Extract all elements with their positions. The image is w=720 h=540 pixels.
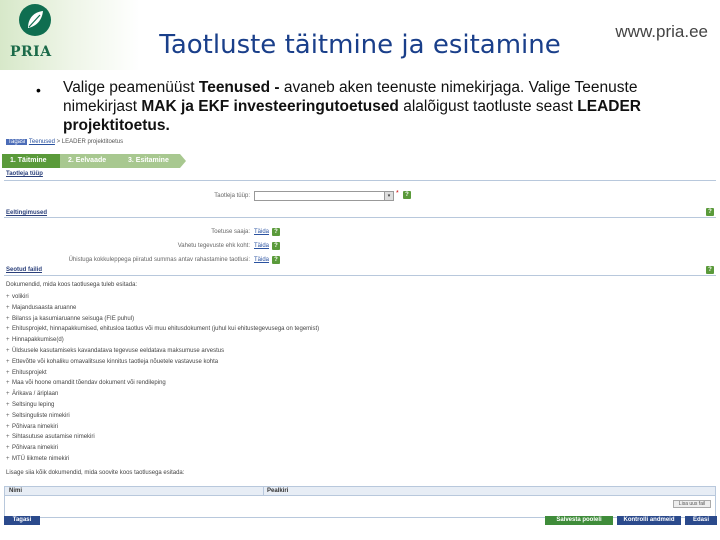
column-header-title: Pealkiri — [267, 488, 289, 494]
back-button[interactable]: Tagasi — [4, 516, 40, 525]
document-label: MTÜ liikmete nimekiri — [12, 455, 70, 462]
applicant-type-label: Taotleja tüüp: — [214, 193, 250, 199]
document-item[interactable]: + Üldsusele kasutamiseks kavandatava tege… — [6, 346, 706, 357]
prereq-fill-link[interactable]: Täida — [254, 257, 269, 263]
table-header: Nimi Pealkiri — [5, 487, 715, 496]
document-label: Hinnapakkumise(d) — [12, 337, 64, 344]
document-item[interactable]: + Seltsinguliste nimekiri — [6, 411, 706, 422]
check-data-button[interactable]: Kontrolli andmeid — [617, 516, 681, 525]
step-preview[interactable]: 2. Eelvaade — [60, 154, 126, 168]
bullet-mark: • — [36, 82, 41, 98]
document-item[interactable]: + volikiri — [6, 292, 706, 303]
help-icon[interactable]: ? — [403, 191, 411, 199]
document-item[interactable]: + MTÜ liikmete nimekiri — [6, 454, 706, 465]
section-applicant-type: Taotleja tüüp — [6, 171, 43, 177]
help-icon[interactable]: ? — [706, 208, 714, 216]
step-fill[interactable]: 1. Täitmine — [2, 154, 66, 168]
prereq-fill-link[interactable]: Täida — [254, 243, 269, 249]
breadcrumb-separator: > — [54, 139, 62, 145]
document-label: Sihtasutuse asutamise nimekiri — [12, 434, 95, 441]
document-item[interactable]: + Maa või hoone omandit tõendav dokument … — [6, 378, 706, 389]
document-label: Majandusaasta aruanne — [12, 304, 77, 311]
document-item[interactable]: + Põhivara nimekiri — [6, 422, 706, 433]
application-screenshot: Tagasi Teenused > LEADER projektitoetus … — [0, 136, 720, 540]
document-item[interactable]: + Ehitusprojekt — [6, 368, 706, 379]
help-icon[interactable]: ? — [272, 242, 280, 250]
slide-title: Taotluste täitmine ja esitamine — [159, 30, 561, 60]
required-mark: * — [396, 190, 399, 197]
site-url: www.pria.ee — [615, 22, 708, 41]
add-file-button[interactable]: Lisa uus fail — [673, 500, 711, 508]
document-label: Bilanss ja kasumiaruanne seisuga (FIE pu… — [12, 315, 135, 322]
document-label: Põhivara nimekiri — [12, 423, 59, 430]
bullet-text-1: Valige peamenüüst — [63, 79, 199, 96]
save-draft-button[interactable]: Salvesta pooleli — [545, 516, 613, 525]
leaf-icon — [28, 11, 43, 28]
logo-text: PRIA — [10, 44, 52, 60]
pria-logo: PRIA — [6, 4, 66, 66]
document-item[interactable]: + Ettevõtte või kohaliku omavalitsuse kin… — [6, 357, 706, 368]
document-label: Ärikava / äriplaan — [12, 391, 59, 398]
help-icon[interactable]: ? — [272, 256, 280, 264]
document-item[interactable]: + Ehitusprojekt, hinnapakkumised, ehitusl… — [6, 324, 706, 335]
column-header-name: Nimi — [9, 488, 23, 494]
bullet-text-3: alalõigust taotluste seast — [398, 98, 578, 115]
next-button[interactable]: Edasi — [685, 516, 717, 525]
divider — [4, 180, 716, 181]
help-icon[interactable]: ? — [272, 228, 280, 236]
attachments-table: Nimi Pealkiri Lisa uus fail — [4, 486, 716, 518]
chevron-down-icon[interactable]: ▾ — [384, 192, 393, 200]
document-item[interactable]: + Hinnapakkumise(d) — [6, 335, 706, 346]
breadcrumb: Tagasi Teenused > LEADER projektitoetus — [6, 139, 123, 145]
document-label: Ettevõtte või kohaliku omavalitsuse kinn… — [12, 358, 219, 365]
section-prerequisites: Eeltingimused — [6, 210, 48, 216]
prereq-fill-link[interactable]: Täida — [254, 229, 269, 235]
section-related-files: Seotud failid — [6, 267, 42, 273]
step-submit[interactable]: 3. Esitamine — [120, 154, 186, 168]
document-list: + volikiri + Majandusaasta aruanne + Bilans… — [6, 292, 706, 465]
divider — [4, 217, 716, 218]
bullet-bold-1: Teenused - — [198, 79, 284, 96]
extra-documents-intro: Lisage siia kõik dokumendid, mida soovit… — [6, 470, 185, 476]
document-item[interactable]: + Põhivara nimekiri — [6, 443, 706, 454]
prereq-label: Ühistuga kokkuleppega piiratud summas an… — [68, 257, 250, 263]
document-item[interactable]: + Ärikava / äriplaan — [6, 389, 706, 400]
document-label: Maa või hoone omandit tõendav dokument v… — [12, 380, 166, 387]
breadcrumb-link[interactable]: Teenused — [29, 139, 55, 145]
documents-intro: Dokumendid, mida koos taotlusega tuleb e… — [6, 282, 138, 288]
document-item[interactable]: + Bilanss ja kasumiaruanne seisuga (FIE p… — [6, 314, 706, 325]
column-separator — [263, 487, 264, 496]
document-label: Põhivara nimekiri — [12, 445, 59, 452]
divider — [4, 275, 716, 276]
document-label: Seltsingu leping — [12, 401, 55, 408]
prereq-label: Vahetu tegevuste ehk koht: — [177, 243, 250, 249]
document-label: volikiri — [12, 294, 29, 300]
slide-header: PRIA Taotluste täitmine ja esitamine www… — [0, 0, 720, 70]
document-item[interactable]: + Seltsingu leping — [6, 400, 706, 411]
document-label: Ehitusprojekt, hinnapakkumised, ehituslo… — [12, 326, 320, 333]
applicant-type-select[interactable]: ▾ — [254, 191, 394, 201]
breadcrumb-current: LEADER projektitoetus — [61, 139, 124, 145]
breadcrumb-home[interactable]: Tagasi — [6, 139, 28, 145]
prereq-label: Toetuse saaja: — [211, 229, 250, 235]
help-icon[interactable]: ? — [706, 266, 714, 274]
document-label: Üldsusele kasutamiseks kavandatava tegev… — [12, 347, 225, 354]
bullet-text: Valige peamenüüst Teenused - avaneb aken… — [63, 78, 703, 135]
document-label: Ehitusprojekt — [12, 369, 47, 376]
bullet-bold-2: MAK ja EKF investeeringutoetused — [141, 98, 399, 115]
document-label: Seltsinguliste nimekiri — [12, 412, 70, 419]
document-item[interactable]: + Majandusaasta aruanne — [6, 303, 706, 314]
document-item[interactable]: + Sihtasutuse asutamise nimekiri — [6, 432, 706, 443]
